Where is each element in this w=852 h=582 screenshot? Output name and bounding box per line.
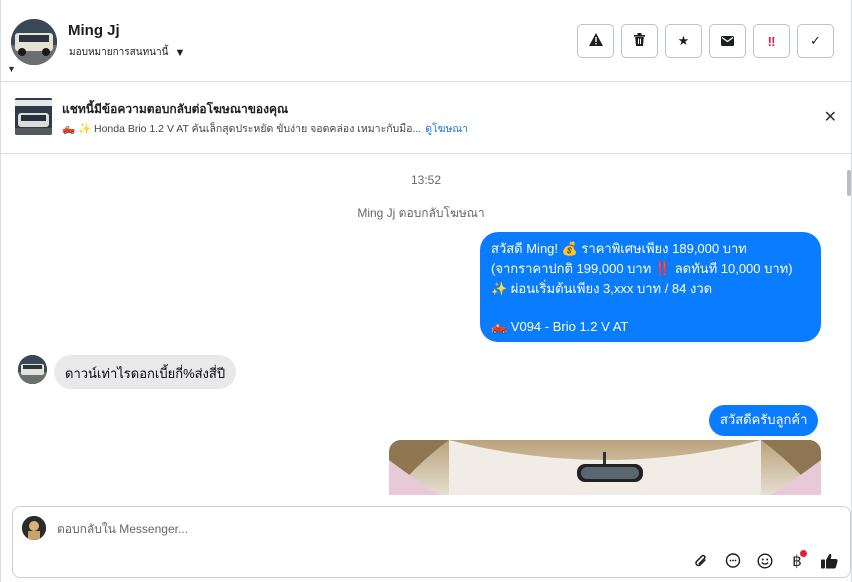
ad-thumbnail[interactable] bbox=[15, 98, 52, 135]
message-line: ✨ ผ่อนเริ่มต้นเพียง 3,xxx บาท / 84 งวด bbox=[491, 281, 713, 296]
composer-tools: ฿ bbox=[690, 550, 840, 572]
emoji-icon[interactable] bbox=[754, 550, 776, 572]
baht-icon[interactable]: ฿ bbox=[786, 550, 808, 572]
done-button[interactable]: ✓ bbox=[797, 24, 834, 58]
spam-button[interactable]: ‼ bbox=[753, 24, 790, 58]
incoming-message[interactable]: ดาวน์เท่าไรดอกเบี้ยกี่%ส่งสี่ปี bbox=[54, 355, 237, 389]
conversation-panel: ▼ Ming Jj มอบหมายการสนทนานี้ ▼ ★ ‼ ✓ แชท… bbox=[0, 0, 852, 582]
header-actions: ★ ‼ ✓ bbox=[577, 24, 834, 58]
message-line: (จากราคาปกติ 199,000 บาท ‼️ ลดทันที 10,0… bbox=[491, 261, 793, 276]
thumbs-up-icon[interactable] bbox=[818, 550, 840, 572]
ad-description: 🛻 ✨ Honda Brio 1.2 V AT คันเล็กสุดประหยั… bbox=[62, 123, 422, 135]
chat-bubble-icon[interactable] bbox=[722, 550, 744, 572]
car-interior-photo[interactable] bbox=[389, 440, 821, 495]
message-line: 🛻 V094 - Brio 1.2 V AT bbox=[491, 319, 629, 334]
delete-button[interactable] bbox=[621, 24, 658, 58]
assign-conversation-dropdown[interactable]: มอบหมายการสนทนานี้ ▼ bbox=[69, 45, 185, 60]
reply-input[interactable] bbox=[57, 522, 657, 536]
page-avatar bbox=[22, 516, 46, 540]
notification-dot bbox=[800, 550, 807, 557]
ad-reply-banner: แชทนี้มีข้อความตอบกลับต่อโฆษณาของคุณ 🛻 ✨… bbox=[1, 82, 851, 154]
outgoing-message[interactable]: สวัสดี Ming! 💰 ราคาพิเศษเพียง 189,000 บา… bbox=[480, 232, 821, 342]
check-icon: ✓ bbox=[810, 33, 821, 48]
thread-scrollbar[interactable] bbox=[845, 160, 851, 490]
contact-name[interactable]: Ming Jj bbox=[68, 22, 120, 39]
ad-reply-note: Ming Jj ตอบกลับโฆษณา bbox=[357, 206, 485, 220]
trash-icon bbox=[634, 33, 645, 49]
assign-label: มอบหมายการสนทนานี้ bbox=[69, 47, 169, 58]
envelope-icon bbox=[721, 34, 734, 49]
view-ad-link[interactable]: ดูโฆษณา bbox=[425, 123, 468, 135]
star-button[interactable]: ★ bbox=[665, 24, 702, 58]
conversation-header: ▼ Ming Jj มอบหมายการสนทนานี้ ▼ ★ ‼ ✓ bbox=[1, 0, 851, 82]
paperclip-icon[interactable] bbox=[690, 550, 712, 572]
scrollbar-thumb[interactable] bbox=[847, 170, 851, 196]
ad-banner-subtitle: 🛻 ✨ Honda Brio 1.2 V AT คันเล็กสุดประหยั… bbox=[62, 120, 468, 137]
message-timestamp: 13:52 bbox=[410, 173, 442, 187]
outgoing-message[interactable]: สวัสดีครับลูกค้า bbox=[709, 405, 819, 436]
contact-avatar-small[interactable] bbox=[18, 355, 47, 384]
close-icon[interactable]: ✕ bbox=[824, 107, 837, 127]
message-thread[interactable]: 13:52 Ming Jj ตอบกลับโฆษณา สวัสดี Ming! … bbox=[1, 155, 851, 495]
contact-avatar[interactable] bbox=[11, 19, 57, 65]
double-exclamation-icon: ‼ bbox=[767, 33, 776, 49]
chevron-down-icon: ▼ bbox=[174, 46, 186, 59]
warning-icon bbox=[588, 33, 603, 49]
ad-banner-title: แชทนี้มีข้อความตอบกลับต่อโฆษณาของคุณ bbox=[62, 102, 289, 116]
report-button[interactable] bbox=[577, 24, 614, 58]
message-composer: ฿ bbox=[12, 506, 851, 578]
mail-button[interactable] bbox=[709, 24, 746, 58]
avatar-menu-caret-icon[interactable]: ▼ bbox=[7, 64, 16, 74]
message-line: สวัสดี Ming! 💰 ราคาพิเศษเพียง 189,000 บา… bbox=[491, 241, 747, 256]
star-icon: ★ bbox=[677, 33, 690, 48]
